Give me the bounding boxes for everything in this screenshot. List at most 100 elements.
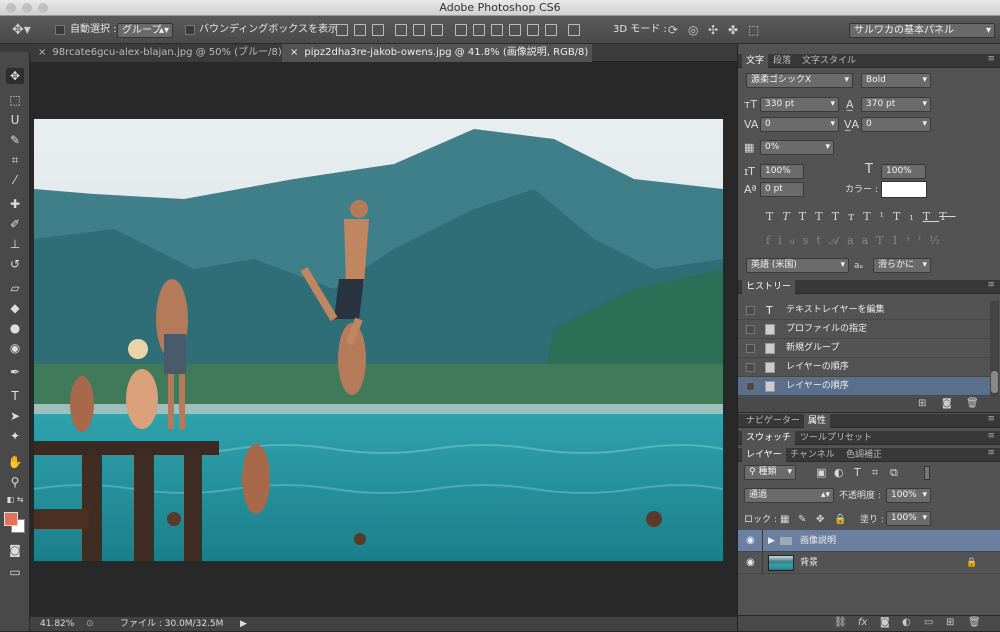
history-scrollbar-thumb[interactable] [991, 371, 998, 393]
align-right-icon[interactable] [431, 24, 443, 36]
close-tab-icon[interactable]: × [38, 47, 46, 58]
lock-all-icon[interactable]: 🔒 [834, 514, 846, 526]
delete-state-icon[interactable]: 🗑 [966, 398, 979, 409]
reset-colors-icon[interactable]: ◧ ⇆ [6, 492, 24, 508]
healing-brush-icon[interactable]: ✚ [6, 196, 24, 212]
faux-italic-icon[interactable]: T [782, 210, 798, 223]
brush-tool-icon[interactable]: ✐ [6, 216, 24, 232]
lock-pixels-icon[interactable]: ✎ [798, 514, 806, 526]
vertical-scale-field[interactable]: 100% [760, 164, 804, 179]
quick-select-tool-icon[interactable]: ✎ [6, 132, 24, 148]
tab-doc-2[interactable]: × pipz2dha3re-jakob-owens.jpg @ 41.8% (画像… [282, 44, 592, 62]
font-family-dropdown[interactable]: 源柔ゴシックX ▾ [746, 73, 853, 88]
tsume-field[interactable]: 0% ▾ [760, 140, 834, 155]
zoom-window-button[interactable] [38, 3, 48, 13]
filter-shape-icon[interactable]: ⌗ [872, 467, 878, 479]
lock-position-icon[interactable]: ✥ [816, 514, 824, 526]
history-item[interactable]: 新規グループ [738, 339, 990, 358]
zoom-tool-icon[interactable]: ⚲ [6, 474, 24, 490]
screen-mode-icon[interactable]: ▭ [6, 564, 24, 580]
lock-transparency-icon[interactable]: ▦ [780, 514, 789, 526]
stylistic-icon[interactable]: 𝒜 [829, 234, 847, 247]
align-vcenter-icon[interactable] [354, 24, 366, 36]
filter-type-icon[interactable]: T [854, 467, 861, 479]
panel-menu-icon[interactable]: ≡ [987, 280, 995, 290]
marquee-tool-icon[interactable]: ⬚ [6, 92, 24, 108]
align-bottom-icon[interactable] [372, 24, 384, 36]
ordinal-icon[interactable]: 1ˢᵗ [892, 234, 929, 247]
3d-scale-icon[interactable]: ⬚ [748, 16, 759, 44]
opentype-buttons[interactable]: fiℴst𝒜aaT1ˢᵗ½ [766, 234, 948, 248]
ligatures-icon[interactable]: fi [766, 234, 790, 247]
close-window-button[interactable] [6, 3, 16, 13]
3d-slide-icon[interactable]: ✤ [728, 16, 738, 44]
tab-navigator[interactable]: ナビゲーター [742, 414, 804, 428]
tab-layers[interactable]: レイヤー [742, 448, 786, 462]
faux-bold-icon[interactable]: T [766, 210, 782, 223]
adjustment-layer-icon[interactable]: ◐ [902, 617, 911, 628]
fill-field[interactable]: 100% ▾ [886, 511, 931, 526]
subscript-icon[interactable]: T₁ [893, 210, 923, 223]
type-style-buttons[interactable]: TTTTTтT¹T₁TT [766, 210, 956, 223]
new-document-from-state-icon[interactable]: ⊞ [918, 398, 926, 409]
tab-doc-1[interactable]: × 98rcate6gcu-alex-blajan.jpg @ 50% (ブルー/… [30, 44, 282, 62]
font-style-dropdown[interactable]: Bold ▾ [861, 73, 931, 88]
tab-properties[interactable]: 属性 [804, 414, 831, 428]
tab-character[interactable]: 文字 [742, 54, 769, 68]
titling-icon[interactable]: aa [847, 234, 876, 247]
move-tool-preset-icon[interactable]: ✥▾ [12, 16, 31, 44]
align-top-icon[interactable] [336, 24, 348, 36]
auto-align-icon[interactable] [568, 24, 580, 36]
auto-select-dropdown[interactable]: グループ ▴▾ [117, 23, 173, 38]
distribute-bottom-icon[interactable] [491, 24, 503, 36]
type-tool-icon[interactable]: T [6, 388, 24, 404]
tab-tool-presets[interactable]: ツールプリセット [796, 431, 876, 445]
discretionary-icon[interactable]: ℴ [790, 234, 803, 247]
distribute-top-icon[interactable] [455, 24, 467, 36]
small-caps-icon[interactable]: Tт [832, 210, 863, 223]
panel-menu-icon[interactable]: ≡ [987, 414, 995, 424]
blend-mode-dropdown[interactable]: 通過 ▴▾ [744, 488, 834, 503]
new-snapshot-icon[interactable]: ◙ [942, 398, 952, 409]
tab-swatches[interactable]: スウォッチ [742, 431, 796, 445]
distribute-vcenter-icon[interactable] [473, 24, 485, 36]
filter-adjustment-icon[interactable]: ◐ [834, 467, 844, 479]
close-tab-icon[interactable]: × [290, 47, 298, 58]
opacity-field[interactable]: 100% ▾ [886, 488, 931, 503]
filter-toggle-switch[interactable] [924, 466, 930, 480]
font-size-field[interactable]: 330 pt ▾ [760, 97, 839, 112]
layer-row-group[interactable]: ◉ ▶ 画像説明 [738, 530, 1000, 552]
expand-triangle-icon[interactable]: ▶ [768, 530, 775, 552]
align-left-icon[interactable] [395, 24, 407, 36]
tab-channels[interactable]: チャンネル [786, 448, 839, 462]
document-canvas[interactable] [34, 119, 723, 561]
auto-select-checkbox[interactable] [55, 25, 65, 35]
zoom-level[interactable]: 41.82% [40, 617, 74, 632]
filter-smart-object-icon[interactable]: ⧉ [890, 467, 898, 479]
tab-adjustments[interactable]: 色調補正 [842, 448, 886, 462]
eyedropper-tool-icon[interactable]: ⁄ [6, 172, 24, 188]
lasso-tool-icon[interactable]: ᑌ [6, 112, 24, 128]
foreground-color-swatch[interactable] [4, 512, 18, 526]
leading-field[interactable]: 370 pt ▾ [861, 97, 931, 112]
tracking-field[interactable]: 0 ▾ [861, 117, 931, 132]
kerning-field[interactable]: 0 ▾ [760, 117, 839, 132]
swash-icon[interactable]: st [803, 234, 829, 247]
underline-icon[interactable]: T [923, 210, 940, 223]
strikethrough-icon[interactable]: T [939, 210, 955, 223]
layer-filter-dropdown[interactable]: ⚲ 種類 ▾ [744, 465, 796, 480]
bounding-box-checkbox[interactable] [185, 25, 195, 35]
delete-layer-icon[interactable]: 🗑 [968, 617, 981, 628]
link-layers-icon[interactable]: ⛓ [834, 617, 847, 628]
new-group-icon[interactable]: ▭ [924, 617, 933, 628]
distribute-right-icon[interactable] [545, 24, 557, 36]
history-source-checkbox[interactable] [746, 325, 755, 334]
3d-roll-icon[interactable]: ◎ [688, 16, 698, 44]
history-source-checkbox[interactable] [746, 363, 755, 372]
history-scrollbar[interactable] [990, 301, 999, 397]
filter-pixel-icon[interactable]: ▣ [816, 467, 826, 479]
panel-menu-icon[interactable]: ≡ [987, 431, 995, 441]
tab-character-styles[interactable]: 文字スタイル [798, 54, 860, 68]
text-color-swatch[interactable] [881, 181, 927, 198]
new-layer-icon[interactable]: ⊞ [946, 617, 954, 628]
